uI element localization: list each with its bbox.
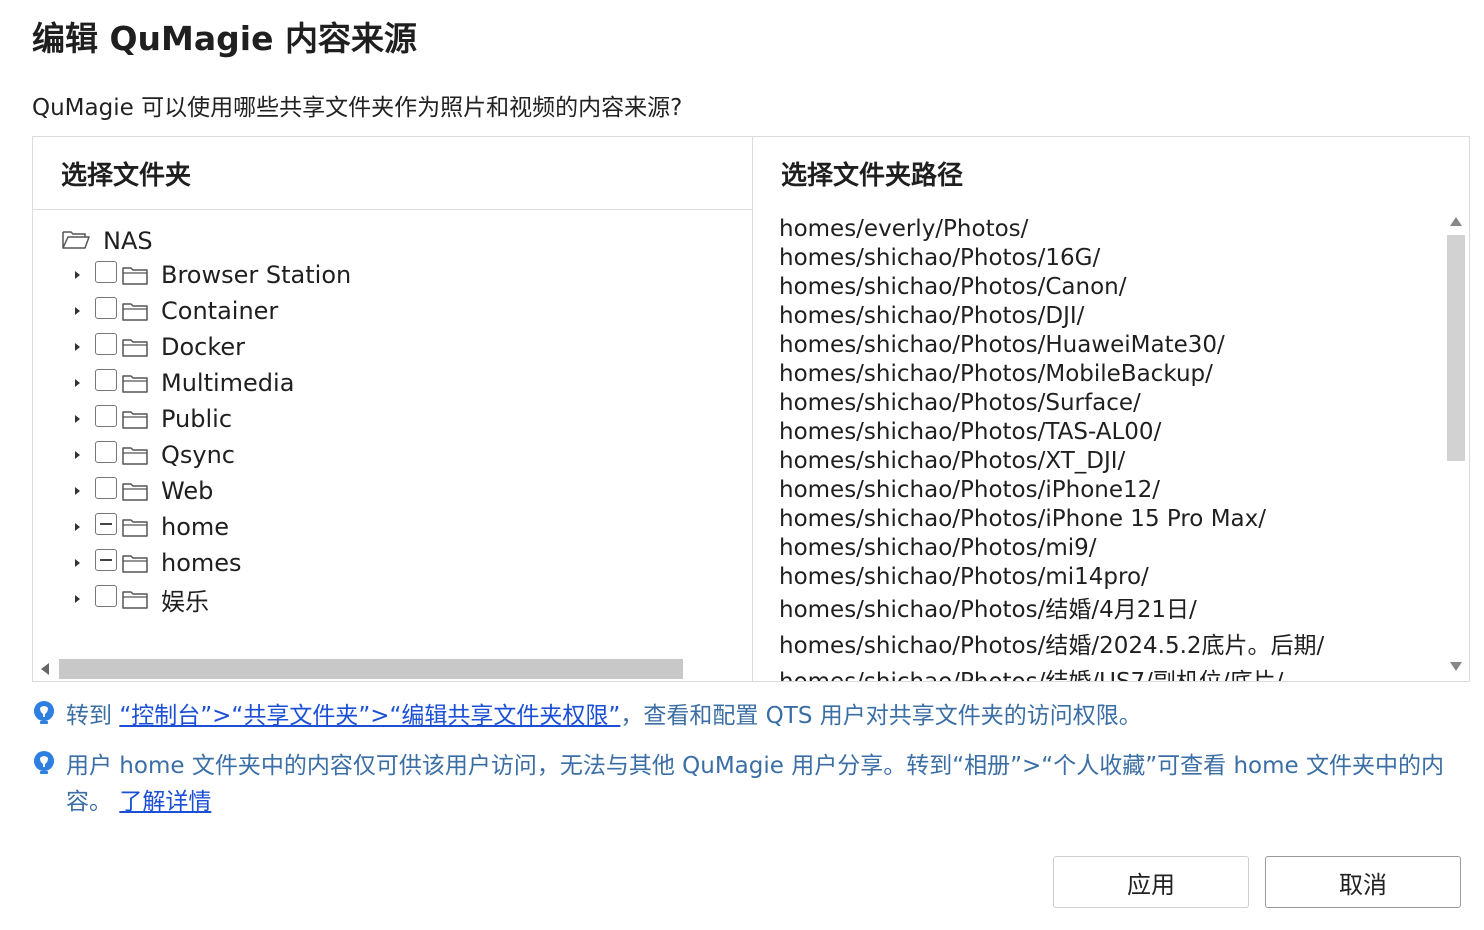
path-item: homes/shichao/Photos/mi9/ — [779, 535, 1097, 561]
tree-item-label: homes — [161, 549, 242, 577]
selected-paths-heading: 选择文件夹路径 — [781, 161, 964, 191]
expand-arrow-icon[interactable] — [73, 414, 81, 424]
path-item: homes/shichao/Photos/结婚/US7/副机位/底片/ — [779, 664, 1439, 681]
folder-checkbox[interactable] — [95, 441, 117, 463]
folder-icon — [121, 408, 149, 430]
path-item: homes/shichao/Photos/结婚/2024.5.2底片。后期/ — [779, 633, 1325, 659]
learn-more-link[interactable]: 了解详情 — [119, 789, 211, 815]
path-item: homes/shichao/Photos/iPhone12/ — [779, 477, 1161, 503]
expand-arrow-icon[interactable] — [73, 270, 81, 280]
expand-arrow-icon[interactable] — [73, 450, 81, 460]
folder-icon — [121, 480, 149, 502]
path-item: homes/shichao/Photos/Surface/ — [779, 390, 1141, 416]
folder-checkbox[interactable] — [95, 333, 117, 355]
tree-item[interactable]: Public — [73, 403, 232, 435]
scroll-down-icon[interactable] — [1450, 662, 1462, 671]
folder-icon — [121, 516, 149, 538]
expand-arrow-icon[interactable] — [73, 522, 81, 532]
dialog-edge — [1474, 0, 1484, 30]
tree-item[interactable]: Container — [73, 295, 278, 327]
tree-item-label: Public — [161, 405, 233, 433]
scrollbar-thumb[interactable] — [1447, 235, 1465, 461]
folder-icon — [121, 372, 149, 394]
path-item: homes/shichao/Photos/iPhone 15 Pro Max/ — [779, 506, 1266, 532]
expand-arrow-icon[interactable] — [73, 306, 81, 316]
info-permissions-prefix: 转到 — [66, 703, 120, 729]
path-item: homes/shichao/Photos/TAS-AL00/ — [779, 419, 1162, 445]
scrollbar-thumb[interactable] — [59, 659, 683, 679]
expand-arrow-icon[interactable] — [73, 486, 81, 496]
expand-arrow-icon[interactable] — [73, 594, 81, 604]
cancel-button[interactable]: 取消 — [1265, 856, 1461, 908]
tree-item[interactable]: Web — [73, 475, 213, 507]
path-item: homes/shichao/Photos/HuaweiMate30/ — [779, 332, 1225, 358]
folder-checkbox[interactable] — [95, 369, 117, 391]
path-item: homes/shichao/Photos/16G/ — [779, 245, 1101, 271]
folder-checkbox[interactable] — [95, 261, 117, 283]
selected-paths-list: homes/everly/Photos/homes/shichao/Photos… — [779, 215, 1439, 681]
tree-root-label: NAS — [103, 227, 153, 255]
folder-icon — [121, 264, 149, 286]
path-item: homes/shichao/Photos/结婚/4月21日/ — [779, 597, 1197, 623]
path-item: homes/shichao/Photos/mi14pro/ — [779, 564, 1149, 590]
path-item: homes/shichao/Photos/XT_DJI/ — [779, 448, 1126, 474]
expand-arrow-icon[interactable] — [73, 342, 81, 352]
tree-item[interactable]: Qsync — [73, 439, 235, 471]
tree-item[interactable]: Browser Station — [73, 259, 351, 291]
control-panel-link[interactable]: “控制台”>“共享文件夹”>“编辑共享文件夹权限” — [119, 703, 620, 729]
expand-arrow-icon[interactable] — [73, 378, 81, 388]
folder-checkbox[interactable] — [95, 405, 117, 427]
info-permissions: 转到 “控制台”>“共享文件夹”>“编辑共享文件夹权限”，查看和配置 QTS 用… — [32, 698, 1142, 734]
scroll-left-icon[interactable] — [41, 663, 49, 675]
edit-content-source-dialog: 编辑 QuMagie 内容来源 QuMagie 可以使用哪些共享文件夹作为照片和… — [0, 0, 1484, 930]
path-item: homes/shichao/Photos/Canon/ — [779, 274, 1127, 300]
tree-item[interactable]: homes — [73, 547, 242, 579]
tree-item[interactable]: Docker — [73, 331, 245, 363]
lightbulb-icon — [32, 700, 56, 734]
tree-item[interactable]: 娱乐 — [73, 583, 209, 616]
tree-item-label: Browser Station — [161, 261, 352, 289]
tree-item[interactable]: Multimedia — [73, 367, 294, 399]
horizontal-scrollbar[interactable] — [33, 657, 752, 681]
selected-paths-panel: 选择文件夹路径 homes/everly/Photos/homes/shicha… — [753, 137, 1469, 681]
folder-checkbox[interactable] — [95, 585, 117, 607]
tree-item-label: Container — [161, 297, 279, 325]
folder-checkbox[interactable] — [95, 513, 117, 535]
folder-icon — [121, 336, 149, 358]
tree-root-nas[interactable]: NAS — [61, 225, 153, 257]
path-item: homes/everly/Photos/ — [779, 216, 1029, 242]
tree-item-label: Qsync — [161, 441, 236, 469]
path-item: homes/shichao/Photos/DJI/ — [779, 303, 1085, 329]
info-permissions-suffix: ，查看和配置 QTS 用户对共享文件夹的访问权限。 — [620, 703, 1142, 729]
path-item: homes/shichao/Photos/MobileBackup/ — [779, 361, 1213, 387]
tree-item-label: home — [161, 513, 230, 541]
folder-checkbox[interactable] — [95, 549, 117, 571]
folder-checkbox[interactable] — [95, 297, 117, 319]
tree-item-label: Docker — [161, 333, 246, 361]
folder-icon — [121, 552, 149, 574]
expand-arrow-icon[interactable] — [73, 558, 81, 568]
info-home-folder: 用户 home 文件夹中的内容仅可供该用户访问，无法与其他 QuMagie 用户… — [32, 748, 1472, 820]
divider — [33, 209, 752, 210]
scroll-up-icon[interactable] — [1450, 217, 1462, 226]
folder-icon — [121, 300, 149, 322]
dialog-title: 编辑 QuMagie 内容来源 — [32, 19, 417, 58]
folder-open-icon — [61, 228, 91, 254]
folder-tree-panel: 选择文件夹 NAS Browser Station Container Docker… — [33, 137, 753, 681]
folder-tree-heading: 选择文件夹 — [61, 161, 192, 191]
folder-icon — [121, 588, 149, 610]
lightbulb-icon — [32, 750, 56, 784]
folder-selection-panels: 选择文件夹 NAS Browser Station Container Docker… — [32, 136, 1470, 682]
vertical-scrollbar[interactable] — [1445, 209, 1467, 681]
tree-item-label: 娱乐 — [161, 587, 209, 616]
apply-button[interactable]: 应用 — [1053, 856, 1249, 908]
tree-item-label: Multimedia — [161, 369, 295, 397]
folder-checkbox[interactable] — [95, 477, 117, 499]
tree-item[interactable]: home — [73, 511, 229, 543]
folder-icon — [121, 444, 149, 466]
tree-item-label: Web — [161, 477, 214, 505]
dialog-subtitle: QuMagie 可以使用哪些共享文件夹作为照片和视频的内容来源? — [32, 95, 683, 121]
info-home-folder-text: 用户 home 文件夹中的内容仅可供该用户访问，无法与其他 QuMagie 用户… — [66, 753, 1444, 815]
